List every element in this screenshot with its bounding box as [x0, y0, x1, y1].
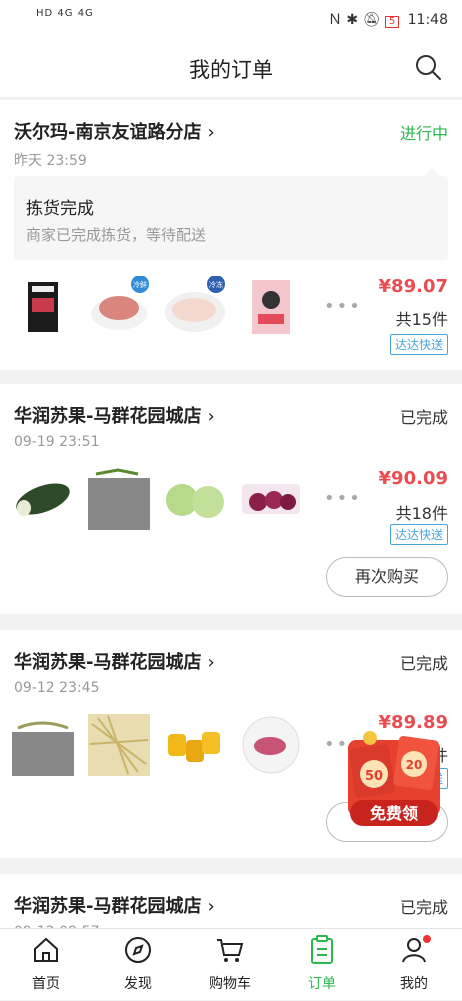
product-image — [168, 732, 220, 762]
tab-label: 我的 — [400, 976, 428, 992]
product-image — [16, 483, 70, 516]
nfc-icon: Ｎ — [327, 12, 342, 28]
store-name[interactable]: 华润苏果-马群花园城店 › — [14, 892, 215, 918]
promo-label: 免费领 — [370, 804, 418, 823]
cart-icon — [217, 939, 244, 962]
tab-orders[interactable]: 订单 — [276, 929, 368, 1001]
battery-icon: 5 — [384, 16, 400, 28]
page-title: 我的订单 — [189, 58, 273, 82]
product-image — [166, 484, 224, 518]
delivery-badge: 达达快送 — [389, 524, 448, 545]
tab-cart[interactable]: 购物车 — [184, 929, 276, 1001]
product-image: 冷鲜 — [91, 276, 149, 330]
item-count: 共18件 — [395, 504, 448, 523]
product-image — [28, 282, 58, 332]
order-time: 09-12 23:45 — [14, 680, 100, 696]
order-card[interactable]: 沃尔玛-南京友谊路分店 › 昨天 23:59 进行中 拣货完成 商家已完成拣货，等… — [0, 100, 462, 370]
coupon-value-1: 50 — [365, 769, 383, 784]
tab-label: 订单 — [308, 976, 336, 992]
search-icon[interactable] — [414, 53, 442, 81]
product-image — [12, 721, 74, 776]
bluetooth-icon: ✱ — [346, 12, 359, 28]
product-image — [88, 714, 150, 776]
progress-title: 拣货完成 — [26, 199, 94, 219]
coupon-value-2: 20 — [406, 758, 423, 772]
product-image — [242, 484, 300, 514]
chilled-tag: 冷鲜 — [133, 280, 147, 289]
store-name[interactable]: 华润苏果-马群花园城店 › — [14, 402, 215, 428]
chevron-right-icon: › — [207, 652, 215, 673]
store-name[interactable]: 华润苏果-马群花园城店 › — [14, 648, 215, 674]
network-indicators: HD 4G 4G — [36, 8, 94, 19]
notification-dot — [423, 935, 431, 943]
order-status: 已完成 — [399, 408, 448, 427]
chevron-right-icon: › — [207, 406, 215, 427]
tab-label: 首页 — [32, 976, 60, 992]
order-price: ¥90.09 — [378, 468, 448, 489]
chevron-right-icon: › — [207, 122, 215, 143]
tab-home[interactable]: 首页 — [0, 929, 92, 1001]
header: 我的订单 — [0, 36, 462, 98]
more-icon: ••• — [324, 296, 362, 317]
product-thumbs: 冷鲜 冷冻 — [12, 276, 302, 338]
clock: 11:48 — [407, 12, 448, 28]
product-thumbs — [12, 468, 302, 530]
order-time: 09-19 23:51 — [14, 434, 100, 450]
store-name[interactable]: 沃尔玛-南京友谊路分店 › — [14, 118, 215, 144]
frozen-tag: 冷冻 — [209, 280, 223, 289]
progress-desc: 商家已完成拣货，等待配送 — [26, 226, 207, 244]
tab-mine[interactable]: 我的 — [368, 929, 460, 1001]
bottom-tab-bar: 首页 发现 购物车 订单 我的 — [0, 928, 462, 1000]
product-image — [88, 468, 150, 530]
order-status: 已完成 — [399, 898, 448, 917]
product-thumbs — [12, 714, 302, 776]
more-icon: ••• — [324, 488, 362, 509]
order-price: ¥89.07 — [378, 276, 448, 297]
rebuy-button[interactable]: 再次购买 — [326, 557, 448, 597]
product-image — [242, 716, 300, 774]
status-bar: HD 4G 4G Ｎ ✱ 🔕︎ 5 11:48 — [0, 0, 462, 36]
progress-box: 拣货完成 商家已完成拣货，等待配送 — [14, 168, 448, 260]
chevron-right-icon: › — [207, 896, 215, 917]
tab-discover[interactable]: 发现 — [92, 929, 184, 1001]
delivery-badge: 达达快送 — [389, 334, 448, 355]
order-status: 已完成 — [399, 654, 448, 673]
mute-icon: 🔕︎ — [362, 12, 381, 28]
order-status: 进行中 — [399, 124, 448, 143]
order-card[interactable]: 华润苏果-马群花园城店› 09-12 08:57 已完成 — [0, 874, 462, 940]
product-image — [252, 280, 290, 334]
order-time: 昨天 23:59 — [14, 153, 87, 169]
order-card[interactable]: 华润苏果-马群花园城店 › 09-19 23:51 已完成 ••• ¥90.09 … — [0, 384, 462, 614]
order-list-icon — [311, 935, 333, 964]
item-count: 共15件 — [395, 310, 448, 329]
tab-label: 购物车 — [209, 976, 251, 992]
compass-icon — [125, 937, 151, 963]
status-right: Ｎ ✱ 🔕︎ 5 11:48 — [328, 9, 448, 29]
free-coupon-promo[interactable]: 50 20 免费领 — [344, 726, 444, 836]
tab-label: 发现 — [124, 976, 152, 992]
product-image: 冷冻 — [165, 276, 225, 332]
home-icon — [34, 937, 58, 962]
